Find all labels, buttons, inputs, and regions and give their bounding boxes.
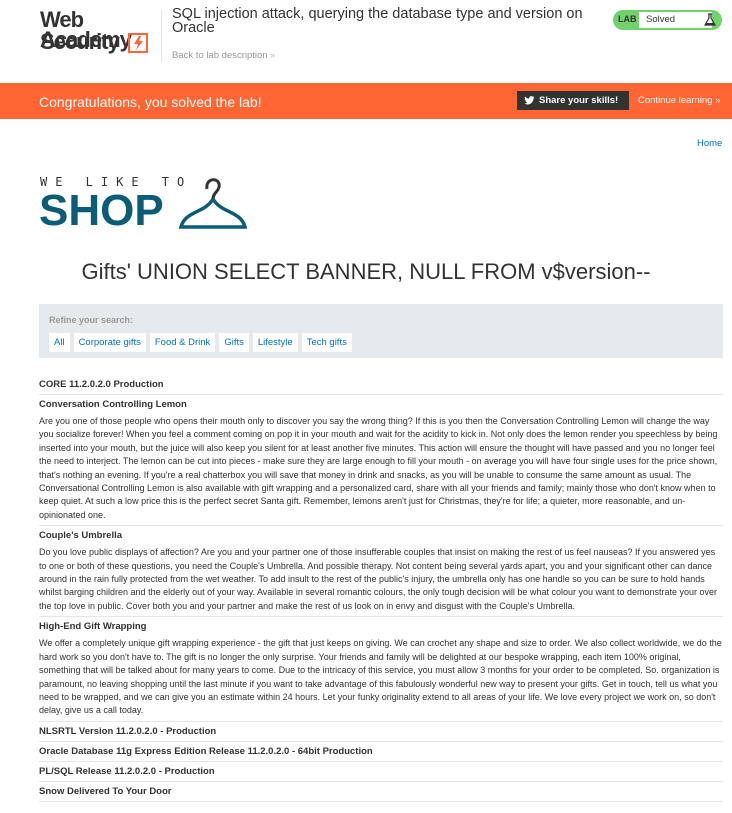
table-row: Oracle Database 11g Express Edition Rele… [39, 742, 723, 762]
congratulations-message: Congratulations, you solved the lab! [39, 94, 262, 110]
product-name: NLSRTL Version 11.2.0.2.0 - Production [39, 725, 217, 737]
table-row: PL/SQL Release 11.2.0.2.0 - Production [39, 762, 723, 782]
category-list: All Corporate gifts Food & Drink Gifts L… [48, 332, 353, 353]
lab-status-value: Solved [639, 12, 712, 28]
table-row: NLSRTL Version 11.2.0.2.0 - Production [39, 722, 723, 742]
table-row: High-End Gift Wrapping We offer a comple… [39, 617, 723, 722]
category-lifestyle[interactable]: Lifestyle [251, 332, 299, 353]
table-row: CORE 11.2.0.2.0 Production [39, 375, 723, 395]
home-link[interactable]: Home [697, 138, 722, 149]
product-name: Oracle Database 11g Express Edition Rele… [39, 745, 373, 757]
filter-panel: Refine your search: All Corporate gifts … [39, 304, 723, 358]
category-gifts[interactable]: Gifts [218, 332, 250, 353]
refine-label: Refine your search: [49, 315, 134, 325]
product-name: Conversation Controlling Lemon [39, 399, 187, 410]
product-table: CORE 11.2.0.2.0 Production Conversation … [39, 375, 723, 802]
shop-word: SHOP [39, 186, 164, 235]
back-link-label: Back to lab description [172, 50, 268, 61]
lab-title: SQL injection attack, querying the datab… [172, 6, 583, 36]
product-description: We offer a completely unique gift wrappi… [39, 638, 722, 716]
chevron-right-icon: » [270, 50, 276, 60]
logo-line2: Academy [40, 27, 132, 52]
chevron-right-icon: » [715, 95, 721, 106]
table-row: Conversation Controlling Lemon Are you o… [39, 395, 723, 527]
flask-icon [703, 13, 717, 26]
site-header: Web Security Academy SQL injection attac… [0, 0, 732, 83]
continue-learning-link[interactable]: Continue learning » [638, 95, 720, 106]
product-name: CORE 11.2.0.2.0 Production [39, 379, 164, 390]
category-food-drink[interactable]: Food & Drink [148, 332, 217, 353]
product-name: PL/SQL Release 11.2.0.2.0 - Production [39, 765, 215, 777]
header-divider [161, 10, 162, 62]
table-row: Couple's Umbrella Do you love public dis… [39, 526, 723, 618]
shop-logo: WE LIKE TO SHOP [39, 175, 250, 235]
category-all[interactable]: All [48, 332, 71, 353]
web-security-academy-logo[interactable]: Web Security Academy [40, 9, 160, 55]
category-tech-gifts[interactable]: Tech gifts [300, 332, 353, 353]
share-button-label: Share your skills! [539, 95, 619, 106]
product-name: Couple's Umbrella [39, 530, 123, 542]
hanger-icon [178, 178, 248, 229]
lightning-icon [128, 33, 148, 53]
table-row: Snow Delivered To Your Door [39, 782, 723, 802]
share-skills-button[interactable]: Share your skills! [517, 91, 629, 110]
continue-label: Continue learning [638, 95, 713, 106]
back-to-lab-description-link[interactable]: Back to lab description » [172, 50, 275, 61]
solved-banner: Congratulations, you solved the lab! Sha… [0, 83, 732, 119]
category-corporate-gifts[interactable]: Corporate gifts [72, 332, 147, 353]
lab-label: LAB [618, 14, 637, 24]
twitter-icon [524, 96, 535, 105]
product-name: High-End Gift Wrapping [39, 621, 147, 633]
lab-status-widget: LAB Solved [613, 10, 722, 30]
product-description: Do you love public displays of affection… [39, 547, 718, 611]
page-title: Gifts' UNION SELECT BANNER, NULL FROM v$… [81, 259, 651, 284]
product-description: Are you one of those people who opens th… [39, 416, 718, 520]
product-name: Snow Delivered To Your Door [39, 785, 172, 797]
